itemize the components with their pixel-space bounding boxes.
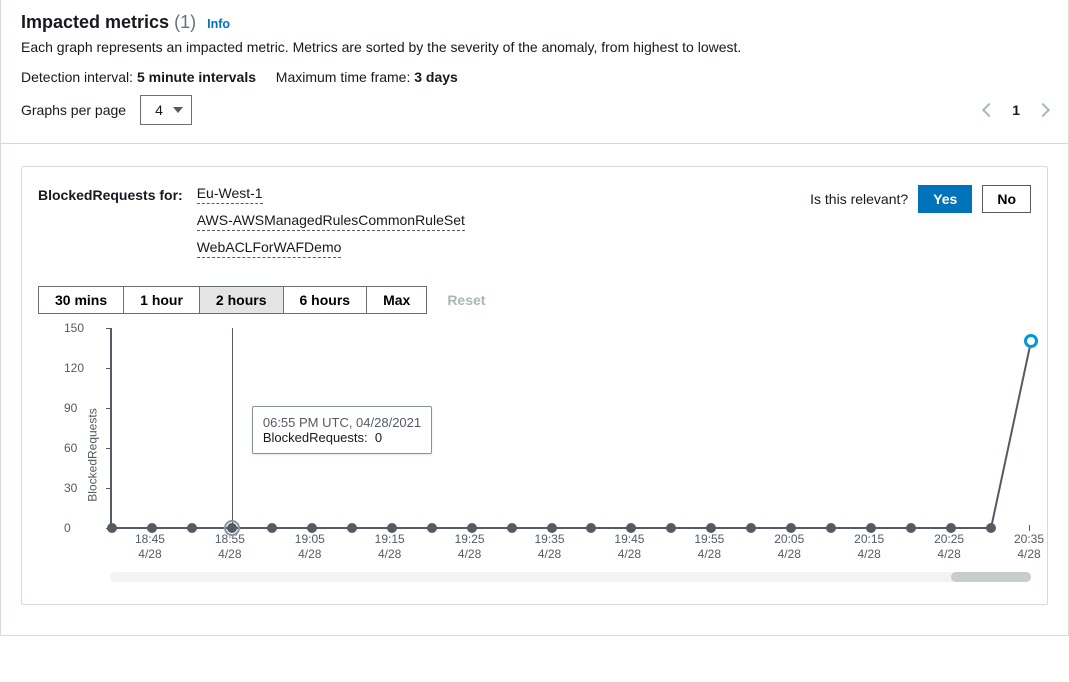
y-tick: 150 [64, 321, 84, 335]
chart-top: BlockedRequests for: Eu-West-1 AWS-AWSMa… [38, 185, 1031, 258]
x-tick: 19:354/28 [535, 532, 565, 562]
anomaly-point[interactable] [1024, 334, 1038, 348]
y-tick: 90 [64, 401, 77, 415]
data-point[interactable] [866, 523, 876, 533]
panel-title-text: Impacted metrics [21, 12, 169, 32]
impacted-metrics-panel: Impacted metrics (1) Info Each graph rep… [0, 0, 1069, 636]
plot-wrap: BlockedRequests 0306090120150 06:55 PM U… [38, 328, 1031, 582]
chart-tooltip: 06:55 PM UTC, 04/28/2021 BlockedRequests… [252, 406, 432, 454]
data-point[interactable] [227, 523, 237, 533]
data-point[interactable] [307, 523, 317, 533]
relevance-yes-button[interactable]: Yes [918, 185, 972, 213]
timeframe-label: Maximum time frame: [276, 69, 411, 85]
data-point[interactable] [187, 523, 197, 533]
controls-row: Graphs per page 4 1 [21, 95, 1048, 125]
data-point[interactable] [347, 523, 357, 533]
time-range-row: 30 mins 1 hour 2 hours 6 hours Max Reset [38, 286, 1031, 314]
page-number: 1 [1012, 102, 1020, 118]
x-tick: 19:054/28 [295, 532, 325, 562]
time-range-segmented: 30 mins 1 hour 2 hours 6 hours Max [38, 286, 427, 314]
y-grid: 0306090120150 [112, 328, 1031, 528]
chart-card: BlockedRequests for: Eu-West-1 AWS-AWSMa… [21, 166, 1048, 605]
next-page-icon[interactable] [1036, 103, 1050, 117]
panel-title-count: (1) [174, 12, 196, 32]
x-tick: 20:154/28 [854, 532, 884, 562]
relevance-label: Is this relevant? [810, 191, 908, 207]
range-30mins[interactable]: 30 mins [39, 287, 124, 313]
chart-scrollbar[interactable] [110, 572, 1031, 582]
y-tick: 30 [64, 481, 77, 495]
range-6hours[interactable]: 6 hours [284, 287, 368, 313]
x-tick: 19:254/28 [455, 532, 485, 562]
detection-value: 5 minute intervals [137, 69, 256, 85]
data-point[interactable] [267, 523, 277, 533]
y-axis-label: BlockedRequests [86, 408, 100, 501]
cursor-line [232, 328, 233, 528]
data-point[interactable] [786, 523, 796, 533]
data-point[interactable] [147, 523, 157, 533]
data-point[interactable] [746, 523, 756, 533]
dimension-webacl[interactable]: WebACLForWAFDemo [197, 239, 342, 258]
metric-for: BlockedRequests for: Eu-West-1 AWS-AWSMa… [38, 185, 465, 258]
y-tick: 60 [64, 441, 77, 455]
dimension-region[interactable]: Eu-West-1 [197, 185, 263, 204]
range-2hours[interactable]: 2 hours [200, 287, 284, 313]
x-tick: 20:354/28 [1014, 532, 1044, 562]
y-tick: 0 [64, 521, 71, 535]
panel-title: Impacted metrics (1) [21, 12, 201, 32]
chart-plot[interactable]: 0306090120150 06:55 PM UTC, 04/28/2021 B… [110, 328, 1031, 528]
data-point[interactable] [946, 523, 956, 533]
relevance-prompt: Is this relevant? Yes No [810, 185, 1031, 213]
info-link[interactable]: Info [207, 17, 230, 31]
prev-page-icon[interactable] [982, 103, 996, 117]
pager: 1 [984, 102, 1048, 118]
tooltip-time: 06:55 PM UTC, 04/28/2021 [263, 415, 421, 430]
metric-for-label: BlockedRequests for: [38, 185, 183, 203]
meta-row: Detection interval: 5 minute intervals M… [21, 69, 1048, 85]
x-tick: 20:054/28 [774, 532, 804, 562]
reset-button[interactable]: Reset [447, 292, 485, 308]
metric-dimensions: Eu-West-1 AWS-AWSManagedRulesCommonRuleS… [197, 185, 465, 258]
x-axis: 18:454/28 18:554/28 19:054/28 19:154/28 19:2… [110, 528, 1031, 566]
x-tick: 19:554/28 [694, 532, 724, 562]
data-point[interactable] [626, 523, 636, 533]
tooltip-metric-value: 0 [375, 430, 382, 445]
chart-scrollbar-thumb[interactable] [951, 572, 1031, 582]
data-point[interactable] [586, 523, 596, 533]
dimension-ruleset[interactable]: AWS-AWSManagedRulesCommonRuleSet [197, 212, 465, 231]
x-tick: 18:554/28 [215, 532, 245, 562]
x-tick: 20:254/28 [934, 532, 964, 562]
gpp-value: 4 [155, 102, 163, 118]
panel-title-row: Impacted metrics (1) Info [21, 12, 1048, 33]
data-point[interactable] [467, 523, 477, 533]
data-point[interactable] [666, 523, 676, 533]
data-point[interactable] [547, 523, 557, 533]
data-point[interactable] [986, 523, 996, 533]
data-point[interactable] [906, 523, 916, 533]
x-tick: 18:454/28 [135, 532, 165, 562]
x-tick: 19:154/28 [375, 532, 405, 562]
timeframe-value: 3 days [414, 69, 458, 85]
x-tick: 19:454/28 [614, 532, 644, 562]
data-point[interactable] [427, 523, 437, 533]
graphs-per-page: Graphs per page 4 [21, 95, 192, 125]
panel-subtitle: Each graph represents an impacted metric… [21, 39, 1048, 55]
data-point[interactable] [107, 523, 117, 533]
data-point[interactable] [507, 523, 517, 533]
tooltip-metric-label: BlockedRequests: [263, 430, 368, 445]
data-point[interactable] [387, 523, 397, 533]
data-point[interactable] [706, 523, 716, 533]
range-1hour[interactable]: 1 hour [124, 287, 200, 313]
detection-label: Detection interval: [21, 69, 133, 85]
data-point[interactable] [826, 523, 836, 533]
panel-header: Impacted metrics (1) Info Each graph rep… [1, 0, 1068, 144]
gpp-label: Graphs per page [21, 102, 126, 118]
y-tick: 120 [64, 361, 84, 375]
relevance-no-button[interactable]: No [982, 185, 1031, 213]
range-max[interactable]: Max [367, 287, 426, 313]
gpp-select[interactable]: 4 [140, 95, 192, 125]
